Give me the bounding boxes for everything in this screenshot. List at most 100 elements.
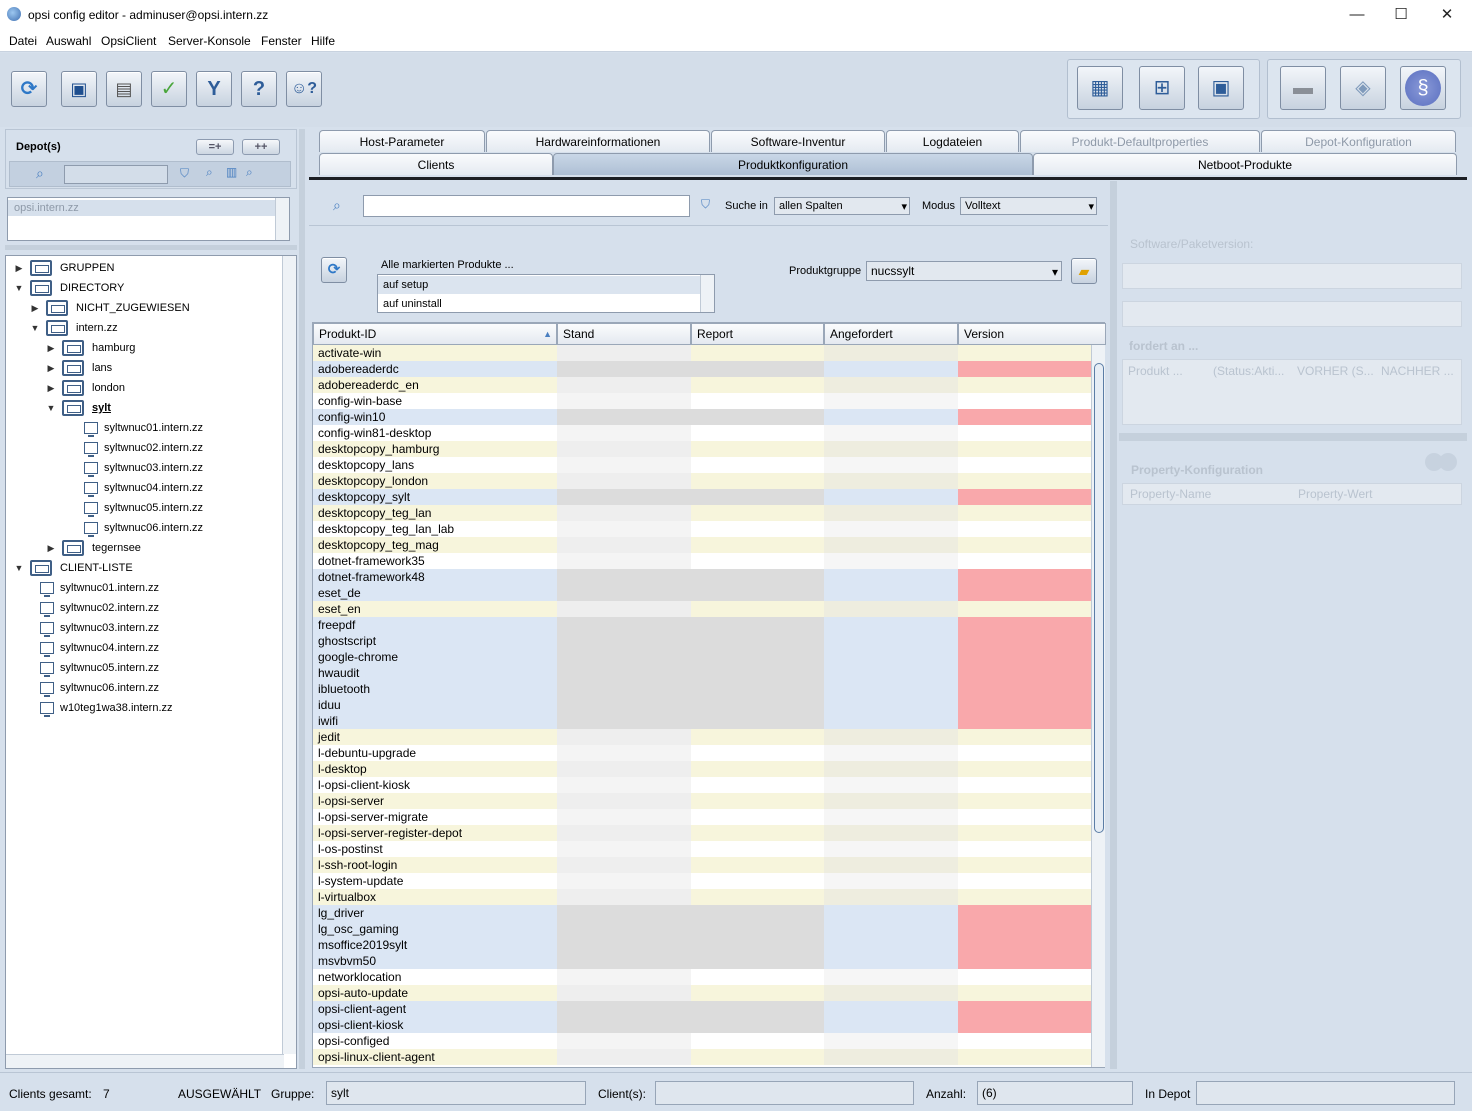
table-cell-cangef[interactable] (824, 873, 958, 889)
table-cell-cversion[interactable] (958, 809, 1091, 825)
table-cell-cversion[interactable] (958, 649, 1091, 665)
table-row[interactable]: opsi-client-agent (313, 1001, 1091, 1017)
table-cell-cid[interactable]: l-opsi-client-kiosk (313, 777, 557, 793)
tree-node[interactable]: ▶ hamburg (46, 338, 135, 358)
table-row[interactable]: l-opsi-client-kiosk (313, 777, 1091, 793)
save-button[interactable]: ✓ (151, 71, 187, 107)
table-cell-cangef[interactable] (824, 985, 958, 1001)
table-cell-cangef[interactable] (824, 1049, 958, 1065)
tree-node[interactable]: syltwnuc06.intern.zz (30, 678, 159, 698)
table-cell-creport[interactable] (691, 569, 824, 585)
clients-transfer-button[interactable]: ▤ (106, 71, 142, 107)
table-cell-cstand[interactable] (557, 1001, 691, 1017)
table-cell-cid[interactable]: l-opsi-server (313, 793, 557, 809)
tree-node[interactable]: syltwnuc04.intern.zz (30, 638, 159, 658)
product-group-select[interactable]: nucssylt ▾ (866, 261, 1062, 281)
table-cell-cid[interactable]: config-win81-desktop (313, 425, 557, 441)
terminal-button[interactable]: ▬ (1280, 66, 1326, 110)
table-cell-cstand[interactable] (557, 761, 691, 777)
table-row[interactable]: l-ssh-root-login (313, 857, 1091, 873)
table-cell-cid[interactable]: l-system-update (313, 873, 557, 889)
table-cell-cversion[interactable] (958, 969, 1091, 985)
table-cell-cstand[interactable] (557, 601, 691, 617)
table-cell-cangef[interactable] (824, 393, 958, 409)
table-row[interactable]: l-virtualbox (313, 889, 1091, 905)
table-cell-cversion[interactable] (958, 569, 1091, 585)
table-cell-creport[interactable] (691, 1001, 824, 1017)
table-row[interactable]: desktopcopy_london (313, 473, 1091, 489)
expand-down-icon[interactable]: ▼ (14, 563, 24, 573)
table-row[interactable]: l-opsi-server (313, 793, 1091, 809)
tree-node[interactable]: ▶ lans (46, 358, 112, 378)
table-cell-cversion[interactable] (958, 905, 1091, 921)
table-cell-cversion[interactable] (958, 1049, 1091, 1065)
table-cell-cangef[interactable] (824, 921, 958, 937)
table-scroll-thumb[interactable] (1094, 363, 1104, 833)
table-row[interactable]: iwifi (313, 713, 1091, 729)
table-cell-cversion[interactable] (958, 1001, 1091, 1017)
table-cell-cstand[interactable] (557, 777, 691, 793)
table-cell-cstand[interactable] (557, 473, 691, 489)
table-cell-cversion[interactable] (958, 953, 1091, 969)
table-cell-cid[interactable]: iwifi (313, 713, 557, 729)
table-cell-creport[interactable] (691, 697, 824, 713)
table-cell-cstand[interactable] (557, 905, 691, 921)
table-cell-cid[interactable]: config-win10 (313, 409, 557, 425)
table-cell-cstand[interactable] (557, 505, 691, 521)
table-cell-cstand[interactable] (557, 857, 691, 873)
table-cell-cversion[interactable] (958, 729, 1091, 745)
table-cell-cid[interactable]: opsi-auto-update (313, 985, 557, 1001)
mode-select[interactable]: Volltext ▾ (960, 197, 1097, 215)
table-cell-cangef[interactable] (824, 905, 958, 921)
depot-add-button[interactable]: =+ (196, 139, 234, 155)
menu-auswahl[interactable]: Auswahl (46, 34, 91, 48)
table-cell-cid[interactable]: dotnet-framework35 (313, 553, 557, 569)
table-cell-cid[interactable]: lg_driver (313, 905, 557, 921)
tab-bottom-2[interactable]: Netboot-Produkte (1033, 153, 1457, 175)
table-cell-cangef[interactable] (824, 729, 958, 745)
table-row[interactable]: adobereaderdc (313, 361, 1091, 377)
table-row[interactable]: iduu (313, 697, 1091, 713)
table-cell-cstand[interactable] (557, 521, 691, 537)
table-row[interactable]: networklocation (313, 969, 1091, 985)
table-row[interactable]: jedit (313, 729, 1091, 745)
table-cell-cid[interactable]: opsi-linux-client-agent (313, 1049, 557, 1065)
depot-list-scrollbar[interactable] (275, 198, 289, 240)
marked-scrollbar[interactable] (700, 275, 714, 312)
tab-top-5[interactable]: Depot-Konfiguration (1261, 130, 1456, 152)
client-grid-button[interactable]: ▦ (1077, 66, 1123, 110)
table-cell-cangef[interactable] (824, 857, 958, 873)
table-cell-cversion[interactable] (958, 841, 1091, 857)
table-cell-cversion[interactable] (958, 441, 1091, 457)
table-row[interactable]: eset_de (313, 585, 1091, 601)
table-cell-cid[interactable]: l-virtualbox (313, 889, 557, 905)
table-cell-cstand[interactable] (557, 409, 691, 425)
table-cell-cangef[interactable] (824, 345, 958, 361)
table-cell-cid[interactable]: adobereaderdc (313, 361, 557, 377)
table-cell-creport[interactable] (691, 953, 824, 969)
depot-view-button[interactable]: ⊞ (1139, 66, 1185, 110)
table-cell-creport[interactable] (691, 537, 824, 553)
table-cell-cid[interactable]: l-desktop (313, 761, 557, 777)
table-row[interactable]: desktopcopy_sylt (313, 489, 1091, 505)
table-cell-cstand[interactable] (557, 1017, 691, 1033)
table-cell-cversion[interactable] (958, 489, 1091, 505)
table-cell-cstand[interactable] (557, 745, 691, 761)
tree-node[interactable]: syltwnuc05.intern.zz (30, 658, 159, 678)
table-cell-cangef[interactable] (824, 489, 958, 505)
table-cell-cstand[interactable] (557, 681, 691, 697)
search-in-select[interactable]: allen Spalten ▾ (774, 197, 910, 215)
tree-node[interactable]: ▼ intern.zz (30, 318, 118, 338)
table-cell-cversion[interactable] (958, 713, 1091, 729)
table-cell-cversion[interactable] (958, 889, 1091, 905)
table-cell-cversion[interactable] (958, 745, 1091, 761)
table-cell-cid[interactable]: l-opsi-server-register-depot (313, 825, 557, 841)
col-header-report[interactable]: Report (691, 323, 824, 345)
table-cell-cid[interactable]: dotnet-framework48 (313, 569, 557, 585)
table-cell-cversion[interactable] (958, 921, 1091, 937)
expand-right-icon[interactable]: ▶ (46, 343, 56, 354)
table-cell-creport[interactable] (691, 617, 824, 633)
table-cell-cangef[interactable] (824, 1017, 958, 1033)
tab-top-1[interactable]: Hardwareinformationen (486, 130, 710, 152)
tree-node[interactable]: w10teg1wa38.intern.zz (30, 698, 173, 718)
